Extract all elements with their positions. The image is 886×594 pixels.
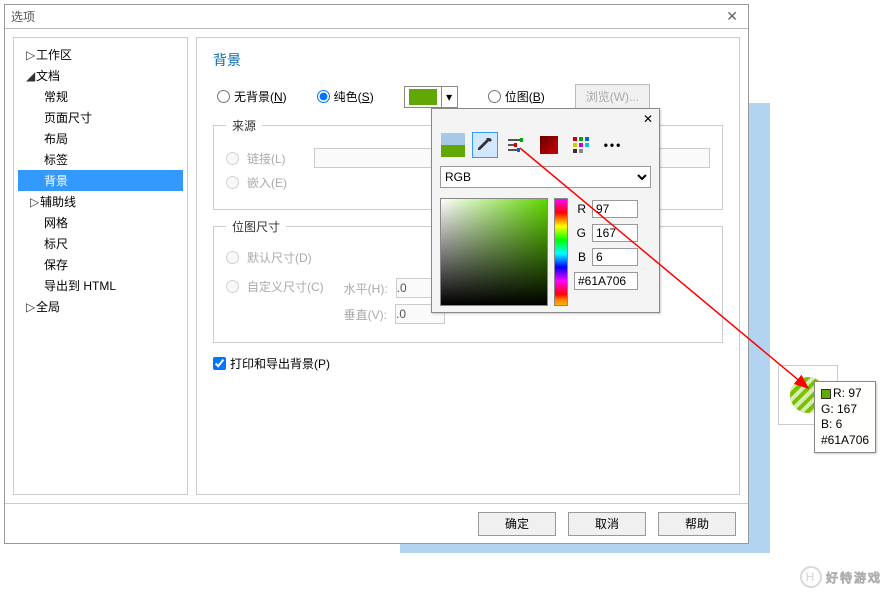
color-picker-popup: ✕ ••• RGB R G B xyxy=(431,108,660,313)
dialog-titlebar: 选项 ✕ xyxy=(5,5,748,29)
b-input[interactable] xyxy=(592,248,638,266)
red-swatch-icon[interactable] xyxy=(536,132,562,158)
sliders-icon[interactable] xyxy=(504,132,530,158)
dialog-title: 选项 xyxy=(11,8,35,25)
watermark: H 好特游戏 xyxy=(800,566,882,588)
tree-workspace[interactable]: ▷工作区 xyxy=(18,44,183,65)
tree-save[interactable]: 保存 xyxy=(18,254,183,275)
tooltip-swatch-icon xyxy=(821,389,831,399)
bitmap-size-legend: 位图尺寸 xyxy=(226,218,286,235)
ok-button[interactable]: 确定 xyxy=(478,512,556,536)
dialog-footer: 确定 取消 帮助 xyxy=(5,503,748,543)
source-legend: 来源 xyxy=(226,117,262,134)
vertical-label: 垂直(V): xyxy=(344,306,387,323)
r-input[interactable] xyxy=(592,200,638,218)
tree-grid[interactable]: 网格 xyxy=(18,212,183,233)
eyedropper-tooltip: R: 97 G: 167 B: 6 #61A706 xyxy=(814,381,876,453)
hue-slider[interactable] xyxy=(554,198,568,306)
tree-document[interactable]: ◢文档 xyxy=(18,65,183,86)
tree-tags[interactable]: 标签 xyxy=(18,149,183,170)
options-tree[interactable]: ▷工作区 ◢文档 常规 页面尺寸 布局 标签 背景 ▷辅助线 网格 标尺 保存 … xyxy=(13,37,188,495)
eyedropper-icon[interactable] xyxy=(472,132,498,158)
color-picker-button[interactable]: ▾ xyxy=(404,86,458,108)
tree-ruler[interactable]: 标尺 xyxy=(18,233,183,254)
palette-grid-icon[interactable] xyxy=(568,132,594,158)
radio-no-background[interactable]: 无背景(N) xyxy=(217,88,287,105)
tree-pagesize[interactable]: 页面尺寸 xyxy=(18,107,183,128)
tree-general[interactable]: 常规 xyxy=(18,86,183,107)
swatch-preview-icon[interactable] xyxy=(440,132,466,158)
tree-background[interactable]: 背景 xyxy=(18,170,183,191)
close-icon[interactable]: ✕ xyxy=(722,8,742,25)
tree-global[interactable]: ▷全局 xyxy=(18,296,183,317)
cancel-button[interactable]: 取消 xyxy=(568,512,646,536)
chevron-down-icon[interactable]: ▾ xyxy=(441,86,457,108)
panel-heading: 背景 xyxy=(213,50,723,70)
browse-button: 浏览(W)... xyxy=(575,84,650,109)
hex-input[interactable] xyxy=(574,272,638,290)
g-label: G xyxy=(574,226,586,240)
tree-export-html[interactable]: 导出到 HTML xyxy=(18,275,183,296)
print-export-checkbox[interactable]: 打印和导出背景(P) xyxy=(213,355,723,372)
more-options-icon[interactable]: ••• xyxy=(600,132,626,158)
watermark-icon: H xyxy=(800,566,822,588)
b-label: B xyxy=(574,250,586,264)
horizontal-label: 水平(H): xyxy=(344,280,388,297)
tree-layout[interactable]: 布局 xyxy=(18,128,183,149)
radio-custom-size: 自定义尺寸(C) xyxy=(226,278,324,295)
tree-guides[interactable]: ▷辅助线 xyxy=(18,191,183,212)
radio-bitmap[interactable]: 位图(B) xyxy=(488,88,545,105)
popup-close-icon[interactable]: ✕ xyxy=(643,112,653,126)
r-label: R xyxy=(574,202,586,216)
radio-solid-color[interactable]: 纯色(S) xyxy=(317,88,374,105)
help-button[interactable]: 帮助 xyxy=(658,512,736,536)
g-input[interactable] xyxy=(592,224,638,242)
color-mode-select[interactable]: RGB xyxy=(440,166,651,188)
color-swatch-icon xyxy=(409,89,437,105)
saturation-value-picker[interactable] xyxy=(440,198,548,306)
